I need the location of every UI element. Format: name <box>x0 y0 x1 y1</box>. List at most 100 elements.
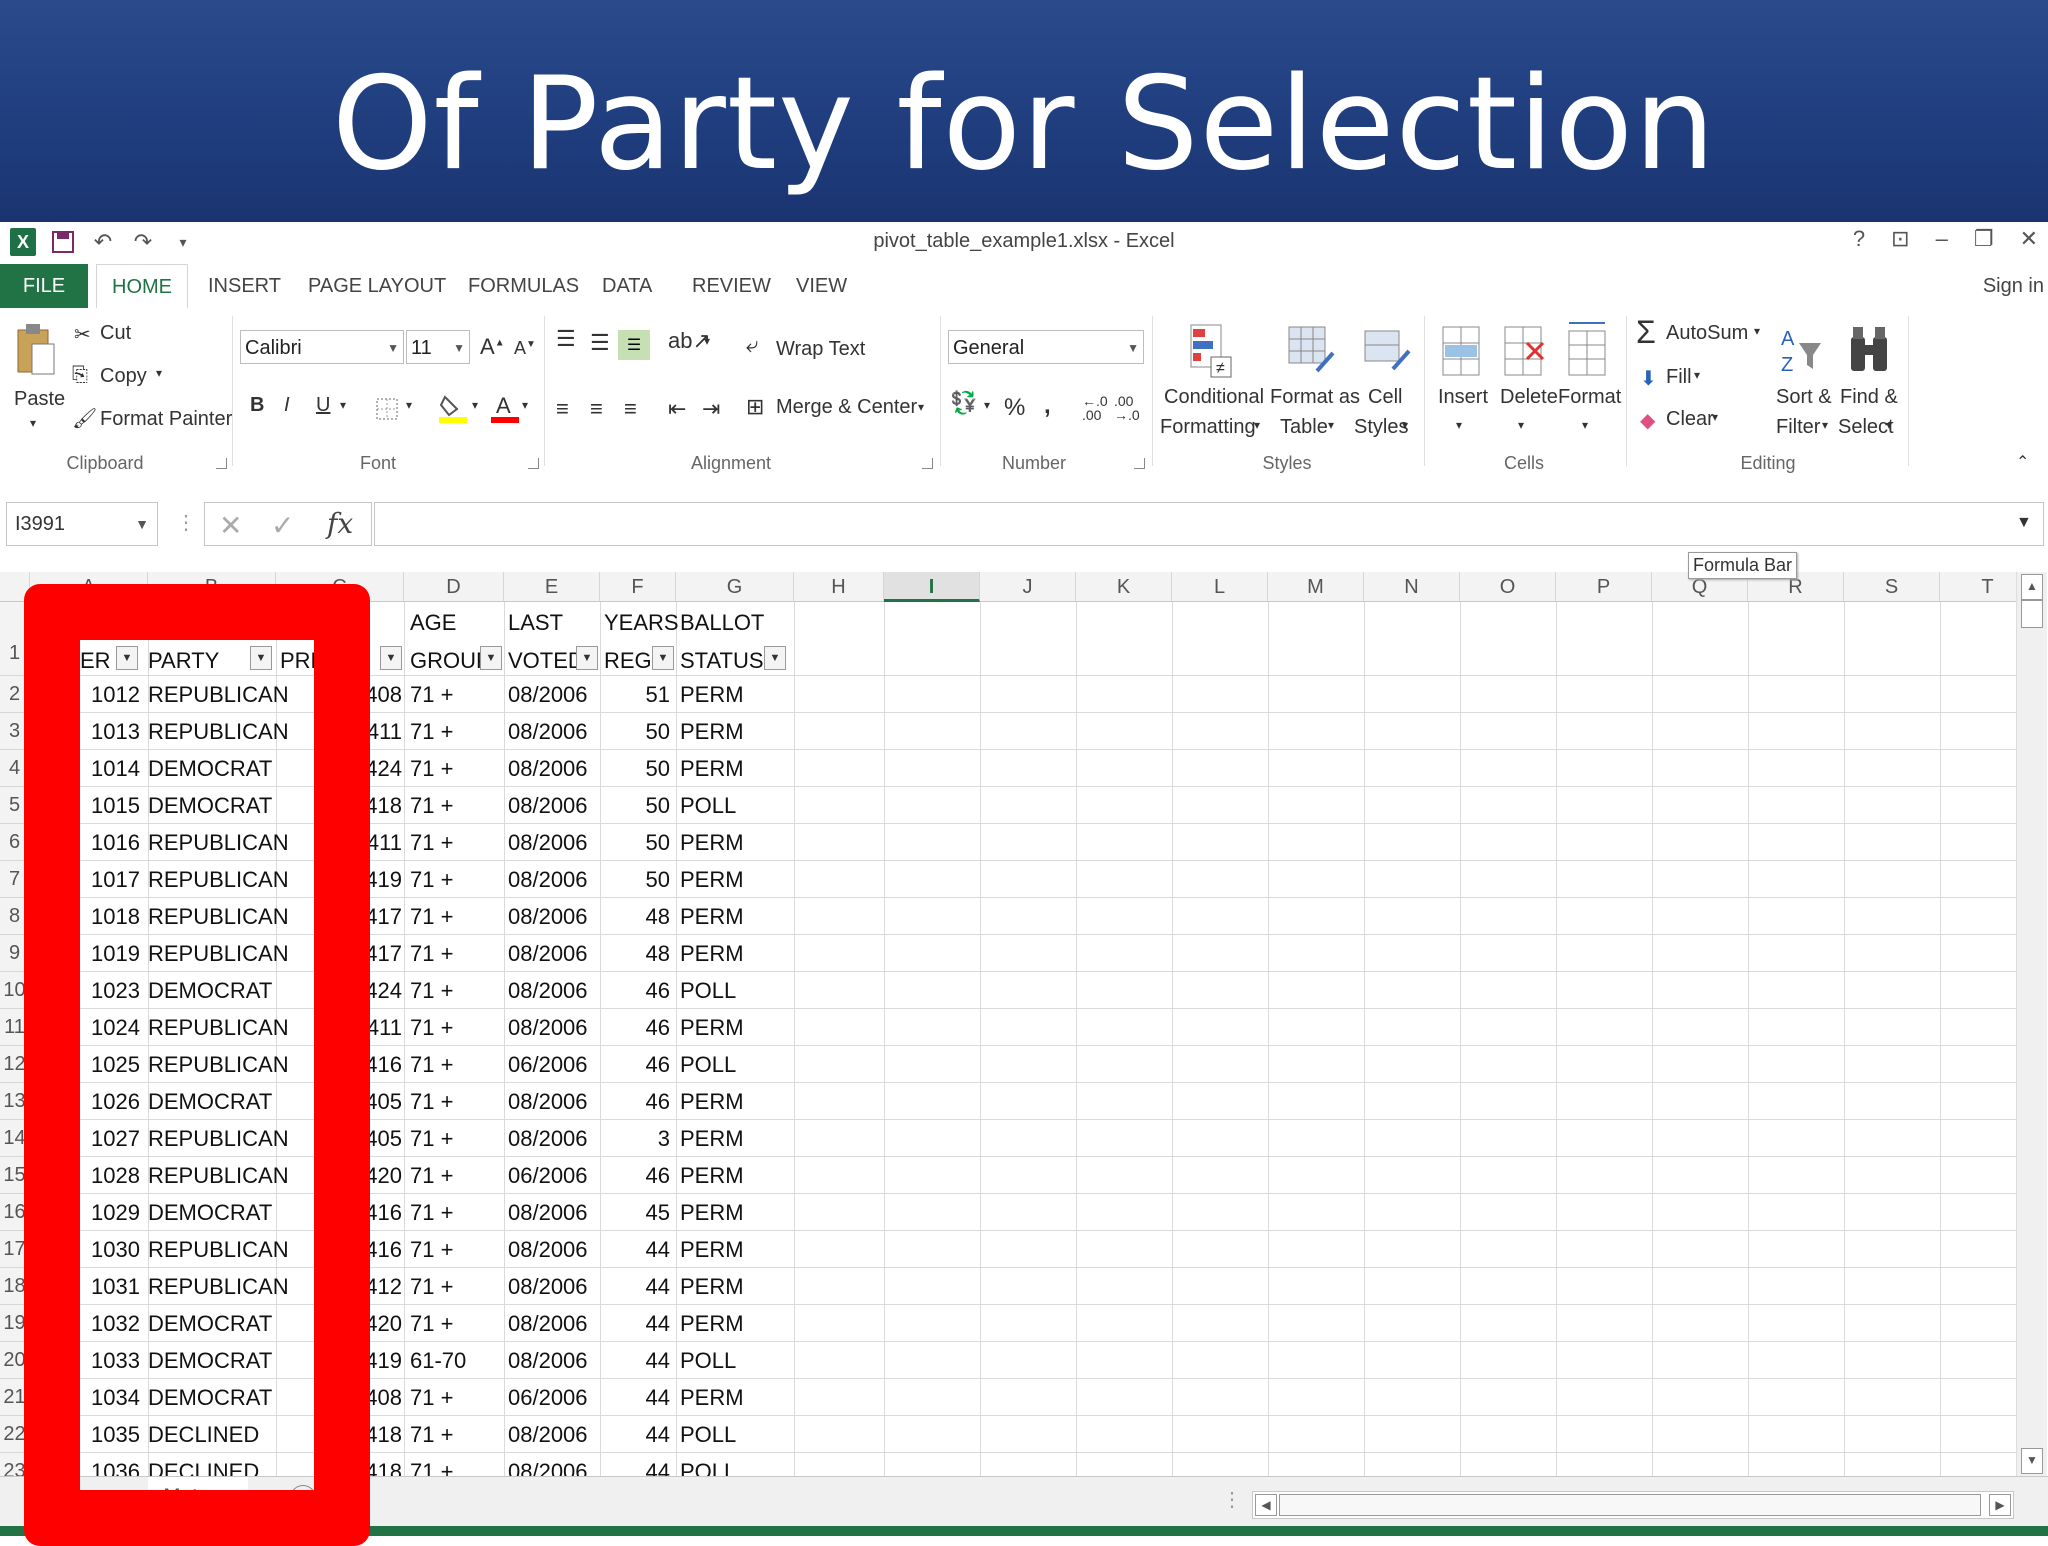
font-size-combo[interactable]: 11 ▼ <box>406 330 470 364</box>
table-cell-f[interactable]: 48 <box>600 935 670 972</box>
table-cell-g[interactable]: PERM <box>680 1305 790 1342</box>
format-as-table-line1[interactable]: Format as <box>1270 386 1360 409</box>
align-center-icon[interactable]: ≡ <box>590 396 603 422</box>
table-cell-c[interactable]: 419 <box>276 1342 402 1379</box>
table-cell-g[interactable]: PERM <box>680 824 790 861</box>
row-header[interactable]: 5 <box>0 787 30 824</box>
row-header[interactable]: 12 <box>0 1046 30 1083</box>
table-cell-d[interactable]: 61-70 <box>410 1342 504 1379</box>
sheet-tab-voters[interactable]: Voters <box>148 1477 248 1520</box>
table-cell-c[interactable]: 411 <box>276 1009 402 1046</box>
tab-formulas[interactable]: FORMULAS <box>468 264 579 308</box>
column-header-c[interactable]: C <box>276 572 404 602</box>
tab-review[interactable]: REVIEW <box>692 264 771 308</box>
tab-home[interactable]: HOME <box>96 264 188 310</box>
table-cell-d[interactable]: 71 + <box>410 1194 504 1231</box>
table-cell-c[interactable]: 411 <box>276 713 402 750</box>
tab-insert[interactable]: INSERT <box>208 264 281 308</box>
table-cell-d[interactable]: 71 + <box>410 1046 504 1083</box>
table-cell-c[interactable]: 405 <box>276 1120 402 1157</box>
table-cell-a[interactable]: 1029 <box>60 1194 140 1231</box>
table-cell-e[interactable]: 08/2006 <box>508 1231 600 1268</box>
table-cell-g[interactable]: POLL <box>680 1342 790 1379</box>
cell-styles-line1[interactable]: Cell <box>1368 386 1402 409</box>
table-cell-e[interactable]: 08/2006 <box>508 676 600 713</box>
column-header-e[interactable]: E <box>504 572 600 602</box>
cut-button[interactable]: Cut <box>100 322 131 345</box>
column-header-f[interactable]: F <box>600 572 676 602</box>
table-cell-e[interactable]: 08/2006 <box>508 935 600 972</box>
table-cell-e[interactable]: 08/2006 <box>508 824 600 861</box>
table-cell-c[interactable]: 416 <box>276 1046 402 1083</box>
font-color-dropdown-icon[interactable]: ▾ <box>522 398 528 412</box>
table-cell-g[interactable]: PERM <box>680 676 790 713</box>
filter-dropdown-icon[interactable]: ▼ <box>652 646 674 670</box>
column-header-j[interactable]: J <box>980 572 1076 602</box>
copy-button[interactable]: Copy <box>100 365 147 388</box>
decrease-decimal-icon[interactable]: .00 →.0 <box>1114 394 1140 422</box>
column-header-n[interactable]: N <box>1364 572 1460 602</box>
grow-font-icon[interactable]: A▲ <box>480 334 505 360</box>
table-cell-a[interactable]: 1033 <box>60 1342 140 1379</box>
table-cell-g[interactable]: PERM <box>680 1194 790 1231</box>
filter-dropdown-icon[interactable]: ▼ <box>116 646 138 670</box>
table-cell-a[interactable]: 1012 <box>60 676 140 713</box>
table-cell-a[interactable]: 1028 <box>60 1157 140 1194</box>
row-header[interactable]: 21 <box>0 1379 30 1416</box>
table-cell-b[interactable]: REPUBLICAN <box>148 676 289 713</box>
row-header[interactable]: 6 <box>0 824 30 861</box>
table-cell-c[interactable]: 417 <box>276 898 402 935</box>
table-cell-g[interactable]: PERM <box>680 1120 790 1157</box>
filter-dropdown-icon[interactable]: ▼ <box>764 646 786 670</box>
font-color-icon[interactable]: A <box>490 392 520 424</box>
table-cell-c[interactable]: 418 <box>276 1416 402 1453</box>
row-header[interactable]: 16 <box>0 1194 30 1231</box>
table-cell-f[interactable]: 50 <box>600 713 670 750</box>
table-cell-c[interactable]: 416 <box>276 1231 402 1268</box>
scroll-left-icon[interactable]: ◀ <box>1255 1494 1277 1516</box>
shrink-font-icon[interactable]: A▼ <box>514 338 536 359</box>
table-cell-b[interactable]: REPUBLICAN <box>148 1120 289 1157</box>
merge-dropdown-icon[interactable]: ▾ <box>918 400 924 414</box>
clear-dropdown-icon[interactable]: ▾ <box>1712 410 1718 424</box>
table-cell-g[interactable]: PERM <box>680 1231 790 1268</box>
expand-formula-bar-icon[interactable]: ▼ <box>2016 514 2032 532</box>
table-cell-g[interactable]: PERM <box>680 898 790 935</box>
conditional-formatting-line1[interactable]: Conditional <box>1164 386 1264 409</box>
scroll-down-icon[interactable]: ▼ <box>2021 1448 2043 1474</box>
table-cell-b[interactable]: DEMOCRAT <box>148 787 276 824</box>
table-cell-e[interactable]: 08/2006 <box>508 1083 600 1120</box>
restore-icon[interactable]: ❐ <box>1974 226 1994 252</box>
borders-dropdown-icon[interactable]: ▾ <box>406 398 412 412</box>
tab-data[interactable]: DATA <box>602 264 652 308</box>
table-cell-a[interactable]: 1016 <box>60 824 140 861</box>
table-cell-b[interactable]: DECLINED <box>148 1453 276 1476</box>
find-select-line1[interactable]: Find & <box>1840 386 1898 409</box>
table-cell-b[interactable]: REPUBLICAN <box>148 713 289 750</box>
column-header-p[interactable]: P <box>1556 572 1652 602</box>
table-cell-e[interactable]: 08/2006 <box>508 1305 600 1342</box>
align-left-icon[interactable]: ≡ <box>556 396 569 422</box>
table-cell-f[interactable]: 48 <box>600 898 670 935</box>
add-sheet-icon[interactable]: + <box>290 1485 316 1511</box>
row-header[interactable]: 9 <box>0 935 30 972</box>
table-cell-b[interactable]: REPUBLICAN <box>148 1009 289 1046</box>
clear-button[interactable]: Clear <box>1666 408 1714 431</box>
table-cell-d[interactable]: 71 + <box>410 1083 504 1120</box>
table-cell-f[interactable]: 50 <box>600 861 670 898</box>
table-cell-f[interactable]: 46 <box>600 1046 670 1083</box>
table-cell-a[interactable]: 1018 <box>60 898 140 935</box>
filter-dropdown-icon[interactable]: ▼ <box>380 646 402 670</box>
table-cell-g[interactable]: PERM <box>680 1379 790 1416</box>
table-cell-f[interactable]: 46 <box>600 1157 670 1194</box>
table-cell-d[interactable]: 71 + <box>410 1305 504 1342</box>
table-cell-b[interactable]: REPUBLICAN <box>148 898 289 935</box>
table-cell-e[interactable]: 08/2006 <box>508 1009 600 1046</box>
table-cell-a[interactable]: 1013 <box>60 713 140 750</box>
table-cell-a[interactable]: 1014 <box>60 750 140 787</box>
table-cell-e[interactable]: 08/2006 <box>508 861 600 898</box>
table-cell-b[interactable]: DEMOCRAT <box>148 750 276 787</box>
table-cell-g[interactable]: POLL <box>680 1453 790 1476</box>
table-cell-f[interactable]: 51 <box>600 676 670 713</box>
table-cell-g[interactable]: PERM <box>680 1268 790 1305</box>
